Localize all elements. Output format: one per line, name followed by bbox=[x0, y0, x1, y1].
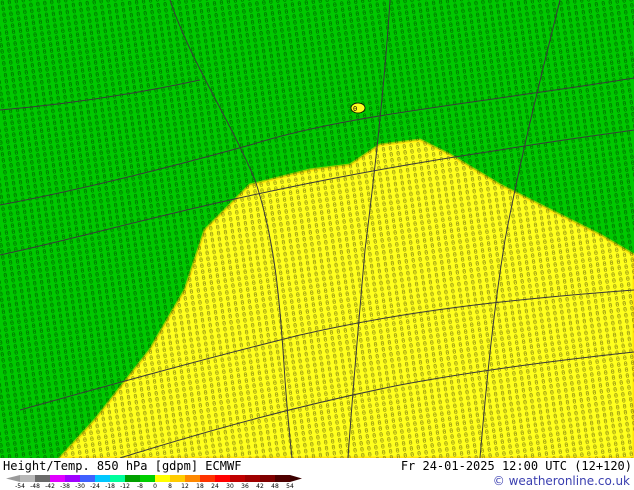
scale-swatch bbox=[200, 475, 215, 482]
scale-tick-label: -30 bbox=[75, 483, 85, 489]
forecast-datetime: Fr 24-01-2025 12:00 UTC (12+120) bbox=[400, 459, 632, 473]
weather-map-view: 0 0 Height/Temp bbox=[0, 0, 634, 490]
scale-swatch bbox=[170, 475, 185, 482]
credit-link[interactable]: © weatheronline.co.uk bbox=[493, 474, 630, 488]
low-pressure-marker: 0 bbox=[350, 102, 366, 114]
scale-tick-label: -48 bbox=[30, 483, 40, 489]
scale-swatch bbox=[140, 475, 155, 482]
scale-swatch bbox=[185, 475, 200, 482]
scale-tick-label: -38 bbox=[60, 483, 70, 489]
color-scale-ticks: -54 -48 -42 -38 -30 -24 -18 -12 -8 0 8 12 18 24 30 36 42… bbox=[15, 483, 294, 489]
color-scale-legend: -54 -48 -42 -38 -30 -24 -18 -12 -8 0 8 12 18 24 30 36 42… bbox=[6, 475, 302, 489]
scale-swatch bbox=[95, 475, 110, 482]
scale-tick-label: -42 bbox=[45, 483, 55, 489]
scale-tick-label: 42 bbox=[256, 483, 264, 489]
scale-tick-label: -54 bbox=[15, 483, 25, 489]
scale-swatch bbox=[50, 475, 65, 482]
scale-tick-label: -12 bbox=[120, 483, 130, 489]
color-scale-bar bbox=[6, 475, 302, 482]
scale-swatch bbox=[35, 475, 50, 482]
scale-swatch bbox=[245, 475, 260, 482]
scale-tick-label: 54 bbox=[286, 483, 294, 489]
scale-tick-label: 36 bbox=[241, 483, 249, 489]
scale-tick-label: -24 bbox=[90, 483, 100, 489]
temperature-map: 0 0 bbox=[0, 0, 634, 458]
scale-tick-label: 30 bbox=[226, 483, 234, 489]
scale-tick-label: 0 bbox=[153, 483, 157, 489]
scale-tick-label: 48 bbox=[271, 483, 279, 489]
scale-swatch bbox=[215, 475, 230, 482]
scale-swatch bbox=[155, 475, 170, 482]
scale-swatch bbox=[275, 475, 290, 482]
scale-swatch bbox=[230, 475, 245, 482]
scale-tick-label: -18 bbox=[105, 483, 115, 489]
svg-text:0: 0 bbox=[353, 105, 357, 113]
scale-swatch bbox=[125, 475, 140, 482]
scale-swatch bbox=[260, 475, 275, 482]
scale-tick-label: -8 bbox=[137, 483, 143, 489]
scale-tick-label: 18 bbox=[196, 483, 204, 489]
map-title: Height/Temp. 850 hPa [gdpm] ECMWF bbox=[3, 459, 242, 473]
scale-tick-label: 24 bbox=[211, 483, 219, 489]
scale-tick-label: 12 bbox=[181, 483, 189, 489]
scale-arrow-right bbox=[290, 475, 302, 482]
scale-tick-label: 8 bbox=[168, 483, 172, 489]
scale-swatch bbox=[110, 475, 125, 482]
scale-swatch bbox=[20, 475, 35, 482]
map-footer: Height/Temp. 850 hPa [gdpm] ECMWF Fr 24-… bbox=[0, 458, 634, 490]
scale-arrow-left bbox=[6, 475, 20, 482]
scale-swatch bbox=[65, 475, 80, 482]
scale-swatch bbox=[80, 475, 95, 482]
